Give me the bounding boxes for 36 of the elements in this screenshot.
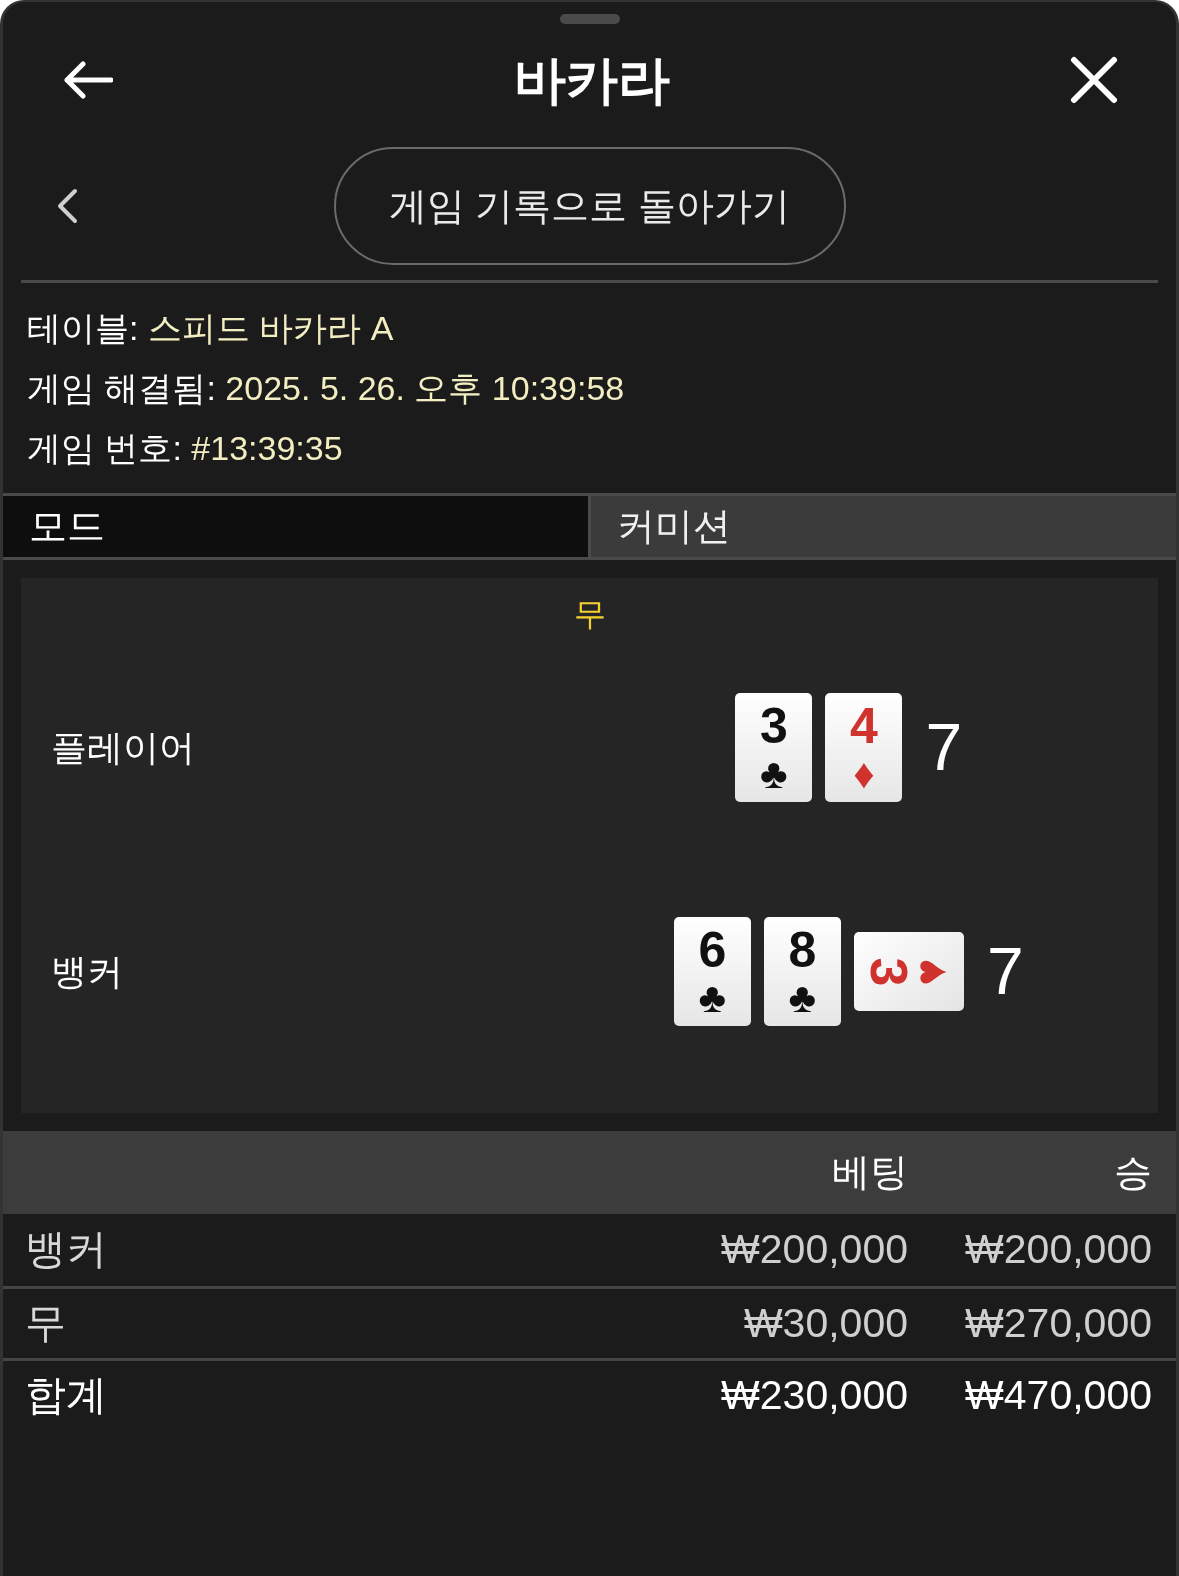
info-line: 게임 번호: #13:39:35 <box>27 428 344 469</box>
table-cell-text: ₩200,000 <box>720 1225 908 1275</box>
card-suit: ♣ <box>698 975 727 1020</box>
card-rank: 3 <box>863 957 916 986</box>
table-cell-text: 뱅커 <box>25 1225 108 1275</box>
back-to-history-button[interactable]: 게임 기록으로 돌아가기 <box>333 147 846 265</box>
hand-total: 7 <box>925 709 963 786</box>
card-rank: 6 <box>698 923 727 976</box>
card-rank: 4 <box>850 699 878 752</box>
drag-handle[interactable] <box>559 14 620 24</box>
hand-label: 플레이어 <box>51 725 196 770</box>
hand-label: 뱅커 <box>51 949 124 994</box>
window-title: 바카라 <box>513 50 670 111</box>
table-cell-text: 무 <box>25 1298 67 1348</box>
info-line: 테이블: 스피드 바카라 A <box>27 308 395 349</box>
close-icon[interactable] <box>1070 56 1118 104</box>
card-suit: ♣ <box>788 975 817 1020</box>
table-cell-text: ₩230,000 <box>720 1370 908 1420</box>
table-cell-text: ₩270,000 <box>964 1298 1152 1348</box>
chevron-left-icon[interactable] <box>56 188 78 224</box>
column-header: 베팅 <box>831 1150 908 1195</box>
info-line: 게임 해결됨: 2025. 5. 26. 오후 10:39:58 <box>27 368 626 409</box>
table-cell-text: ₩200,000 <box>964 1225 1152 1275</box>
card-suit: ♦ <box>853 751 875 796</box>
hand-total: 7 <box>986 933 1024 1010</box>
table-cell-text: ₩470,000 <box>964 1370 1152 1420</box>
tab[interactable]: 커미션 <box>588 496 1176 557</box>
column-header: 승 <box>1113 1150 1152 1195</box>
table-cell-text: 합계 <box>25 1370 108 1420</box>
card-rank: 3 <box>760 699 788 752</box>
result-label: 무 <box>573 595 606 634</box>
table-cell-text: ₩30,000 <box>742 1298 908 1348</box>
tab[interactable]: 모드 <box>3 496 588 557</box>
card-rank: 8 <box>788 923 817 976</box>
back-arrow-icon[interactable] <box>61 60 113 100</box>
card-suit: ♣ <box>760 751 788 796</box>
